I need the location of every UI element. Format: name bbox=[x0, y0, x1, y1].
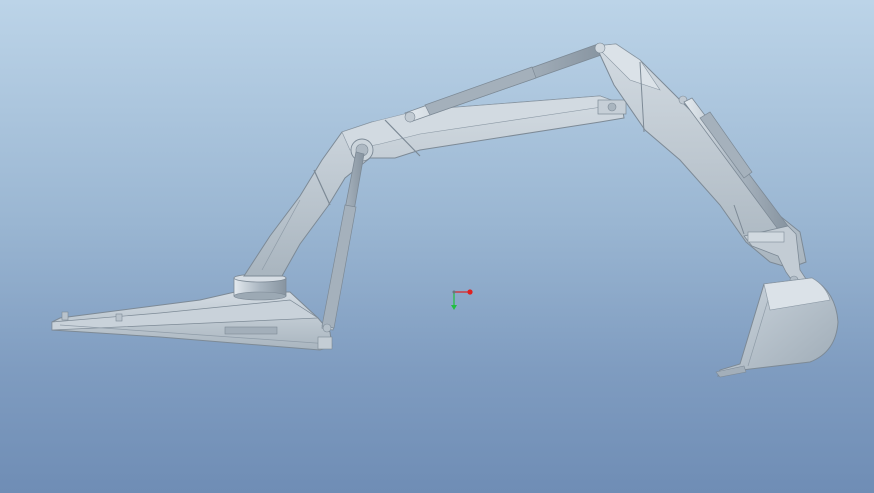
axis-origin bbox=[452, 290, 456, 294]
boom[interactable] bbox=[243, 95, 627, 277]
x-axis-marker bbox=[467, 289, 473, 295]
excavator-arm-model[interactable] bbox=[0, 0, 874, 493]
coordinate-axis-triad bbox=[451, 289, 473, 310]
base-plate[interactable] bbox=[51, 291, 333, 351]
y-axis-marker bbox=[451, 305, 457, 310]
swing-bearing[interactable] bbox=[233, 273, 287, 301]
3d-viewport[interactable] bbox=[0, 0, 874, 493]
bucket[interactable] bbox=[715, 277, 839, 378]
